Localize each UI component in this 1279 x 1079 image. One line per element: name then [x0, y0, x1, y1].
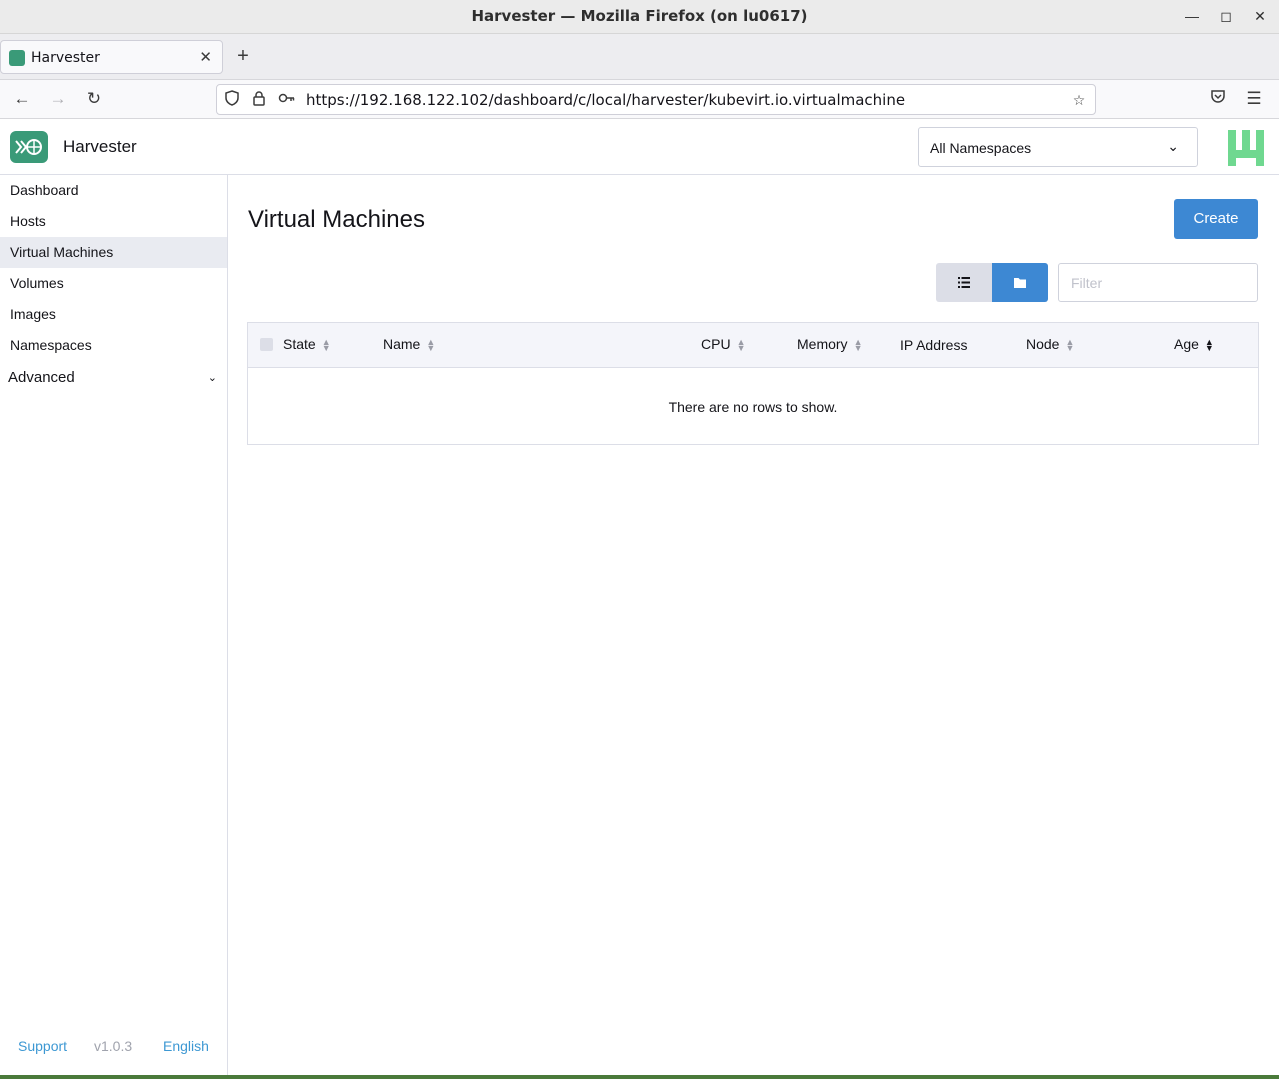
avatar[interactable]: [1228, 130, 1264, 166]
url-text: https://192.168.122.102/dashboard/c/loca…: [306, 91, 906, 109]
browser-navbar: ← → ↻ https://192.168.122.102/dashboard/…: [0, 80, 1279, 119]
sidebar-item-hosts[interactable]: Hosts: [0, 206, 227, 237]
sidebar-item-virtual-machines[interactable]: Virtual Machines: [0, 237, 227, 268]
column-name[interactable]: Name ▲ ▼: [383, 336, 436, 354]
language-selector[interactable]: English: [163, 1038, 209, 1054]
sort-icon: ▲ ▼: [426, 337, 436, 354]
sidebar-item-dashboard[interactable]: Dashboard: [0, 175, 227, 206]
tab-strip: Harvester ✕ +: [0, 34, 1279, 80]
sort-icon: ▲ ▼: [853, 337, 863, 354]
sort-icon: ▲ ▼: [321, 337, 331, 354]
close-tab-icon[interactable]: ✕: [199, 48, 212, 66]
flat-list-view-button[interactable]: [936, 263, 992, 302]
support-link[interactable]: Support: [18, 1038, 67, 1054]
sidebar-footer: Support v1.0.3 English: [0, 1035, 227, 1059]
tracking-shield-icon[interactable]: [222, 90, 242, 110]
chevron-down-icon: ⌄: [207, 372, 217, 384]
tab-title: Harvester: [31, 50, 100, 66]
reload-icon[interactable]: ↻: [82, 88, 106, 110]
menu-hamburger-icon[interactable]: ☰: [1242, 88, 1266, 110]
harvester-logo-icon[interactable]: [10, 131, 48, 163]
filter-input[interactable]: [1058, 263, 1258, 302]
window-title: Harvester — Mozilla Firefox (on lu0617): [471, 7, 808, 25]
back-icon[interactable]: ←: [10, 88, 34, 110]
sidebar: Dashboard Hosts Virtual Machines Volumes…: [0, 175, 228, 1079]
bookmark-star-icon[interactable]: ☆: [1069, 90, 1089, 110]
desktop-bottom-edge: [0, 1075, 1279, 1079]
namespace-select[interactable]: All Namespaces ⌄: [918, 127, 1198, 167]
minimize-icon[interactable]: —: [1180, 5, 1204, 27]
new-tab-icon[interactable]: +: [232, 45, 254, 67]
sort-icon: ▲ ▼: [736, 337, 746, 354]
folder-icon: [1014, 278, 1026, 288]
column-memory[interactable]: Memory ▲ ▼: [797, 336, 863, 354]
app-header: Harvester All Namespaces ⌄: [0, 119, 1279, 175]
maximize-icon[interactable]: ◻: [1214, 5, 1238, 27]
view-toggle: [936, 263, 1048, 302]
sidebar-item-volumes[interactable]: Volumes: [0, 268, 227, 299]
url-bar[interactable]: https://192.168.122.102/dashboard/c/loca…: [216, 84, 1096, 115]
sort-icon: ▲ ▼: [1065, 337, 1075, 354]
column-node[interactable]: Node ▲ ▼: [1026, 336, 1075, 354]
list-icon: [958, 277, 970, 288]
group-by-namespace-button[interactable]: [992, 263, 1048, 302]
table-header: State ▲ ▼ Name ▲ ▼ CPU ▲ ▼ Memory ▲ ▼ IP Address…: [248, 323, 1258, 368]
vm-table: State ▲ ▼ Name ▲ ▼ CPU ▲ ▼ Memory ▲ ▼ IP Address…: [247, 322, 1259, 445]
chevron-down-icon: ⌄: [1167, 138, 1179, 154]
column-ip-address: IP Address: [900, 337, 968, 353]
sidebar-item-images[interactable]: Images: [0, 299, 227, 330]
lock-icon[interactable]: [249, 90, 269, 110]
empty-table-message: There are no rows to show.: [668, 399, 838, 415]
close-window-icon[interactable]: ✕: [1248, 5, 1272, 27]
namespace-select-value: All Namespaces: [930, 140, 1032, 156]
select-all-checkbox[interactable]: [260, 338, 273, 351]
browser-tab[interactable]: Harvester ✕: [0, 40, 223, 74]
brand-name: Harvester: [63, 137, 137, 156]
version-label: v1.0.3: [94, 1038, 133, 1054]
sidebar-group-label: Advanced: [8, 369, 75, 386]
sidebar-group-advanced[interactable]: Advanced ⌄: [0, 362, 227, 394]
column-state[interactable]: State ▲ ▼: [283, 336, 331, 354]
pocket-icon[interactable]: [1206, 88, 1230, 110]
page-title: Virtual Machines: [248, 206, 425, 233]
create-button[interactable]: Create: [1174, 199, 1258, 239]
harvester-favicon-icon: [9, 50, 25, 66]
column-cpu[interactable]: CPU ▲ ▼: [701, 336, 746, 354]
window-titlebar: Harvester — Mozilla Firefox (on lu0617) …: [0, 0, 1279, 34]
forward-icon[interactable]: →: [46, 88, 70, 110]
key-icon[interactable]: [277, 90, 297, 110]
sort-descending-icon: ▲ ▼: [1204, 337, 1214, 354]
column-age[interactable]: Age ▲ ▼: [1174, 336, 1214, 354]
sidebar-item-namespaces[interactable]: Namespaces: [0, 330, 227, 361]
